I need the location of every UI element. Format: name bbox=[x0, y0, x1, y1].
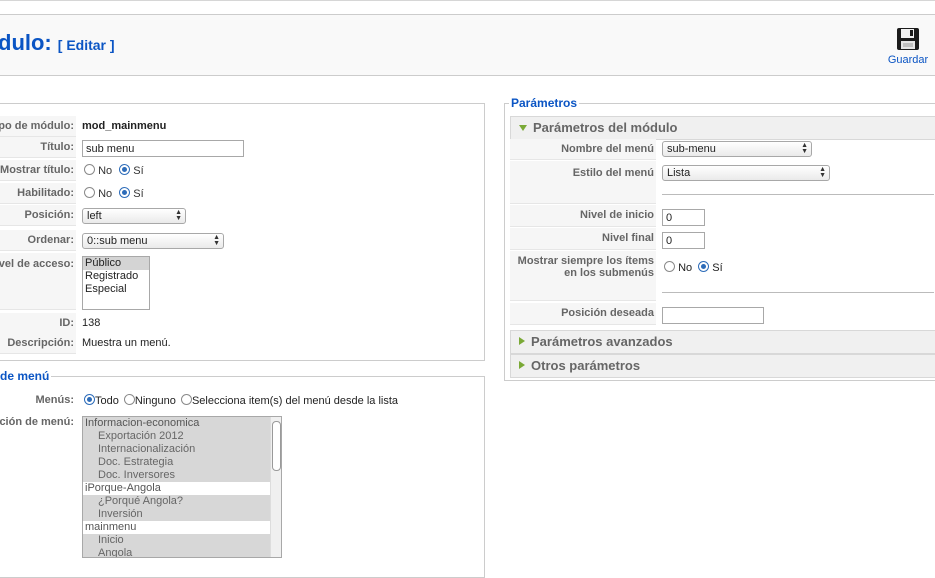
always-show-yes-radio[interactable] bbox=[698, 261, 710, 272]
show-title-no-label: No bbox=[98, 165, 113, 177]
always-show-no-radio[interactable] bbox=[664, 261, 675, 272]
enabled-no-label: No bbox=[98, 188, 113, 200]
access-level-list[interactable]: Público Registrado Especial bbox=[82, 256, 150, 310]
show-title-yes-label: Sí bbox=[133, 165, 144, 177]
description-value: Muestra un menú. bbox=[82, 337, 171, 349]
description-label: Descripción: bbox=[7, 337, 74, 349]
top-border bbox=[0, 0, 935, 1]
menus-select-label: Selecciona item(s) del menú desde la lis… bbox=[191, 395, 399, 407]
always-show-yes-label: Sí bbox=[712, 262, 723, 274]
advanced-params-header[interactable]: Parámetros avanzados bbox=[510, 330, 935, 354]
access-option[interactable]: Registrado bbox=[83, 270, 149, 283]
collapsed-arrow-icon bbox=[519, 337, 525, 345]
edit-label: [ Editar ] bbox=[57, 37, 115, 53]
menu-style-label: Estilo del menú bbox=[510, 161, 656, 204]
select-arrows-icon: ▲ ▼ bbox=[819, 166, 826, 179]
position-select-value: left bbox=[87, 210, 102, 222]
menus-select-radio[interactable] bbox=[180, 394, 192, 405]
desired-position-input[interactable] bbox=[662, 307, 764, 324]
show-title-no-radio[interactable] bbox=[84, 164, 95, 175]
separator bbox=[662, 292, 934, 293]
access-level-label: vel de acceso: bbox=[0, 258, 74, 270]
position-select[interactable]: left ▲ ▼ bbox=[82, 208, 186, 224]
end-level-input[interactable] bbox=[662, 232, 705, 249]
collapsed-arrow-icon bbox=[519, 361, 525, 369]
menus-none-radio[interactable] bbox=[123, 394, 135, 405]
order-label: Ordenar: bbox=[27, 234, 74, 246]
module-type-value: mod_mainmenu bbox=[82, 120, 167, 132]
start-level-input[interactable] bbox=[662, 209, 705, 226]
menu-name-label: Nombre del menú bbox=[510, 139, 656, 160]
select-arrows-icon: ▲ ▼ bbox=[801, 142, 808, 155]
id-value: 138 bbox=[82, 317, 101, 329]
list-item[interactable]: Exportación 2012 bbox=[83, 430, 281, 443]
module-params-header[interactable]: Parámetros del módulo bbox=[510, 116, 935, 140]
end-level-label: Nivel final bbox=[510, 228, 656, 250]
title-label: Título: bbox=[40, 141, 74, 153]
always-show-no-label: No bbox=[678, 262, 693, 274]
list-item[interactable]: iPorque-Angola bbox=[83, 482, 281, 495]
desired-position-label: Posición deseada bbox=[510, 303, 656, 325]
always-show-label: Mostrar siempre los ítems en los submenú… bbox=[510, 251, 656, 301]
other-params-title: Otros parámetros bbox=[531, 358, 641, 373]
id-label: ID: bbox=[59, 317, 74, 329]
enabled-yes-radio[interactable] bbox=[119, 187, 131, 198]
always-show-radios: No Sí bbox=[664, 261, 723, 274]
page-title-text: dulo: bbox=[0, 30, 52, 55]
select-arrows-icon: ▲ ▼ bbox=[213, 234, 220, 247]
list-item[interactable]: Doc. Estrategia bbox=[83, 456, 281, 469]
menu-item-list[interactable]: Informacion-economica Exportación 2012 I… bbox=[82, 416, 282, 558]
other-params-header[interactable]: Otros parámetros bbox=[510, 354, 935, 378]
floppy-disk-icon bbox=[897, 28, 919, 50]
advanced-params-title: Parámetros avanzados bbox=[531, 334, 673, 349]
save-button[interactable]: Guardar bbox=[884, 26, 932, 70]
list-item[interactable]: mainmenu bbox=[83, 521, 281, 534]
module-type-label: po de módulo: bbox=[0, 120, 74, 132]
show-title-yes-radio[interactable] bbox=[119, 164, 131, 175]
menus-all-radio[interactable] bbox=[84, 394, 95, 405]
params-legend: Parámetros bbox=[509, 96, 580, 110]
show-title-label: Mostrar título: bbox=[0, 164, 74, 176]
module-params-title: Parámetros del módulo bbox=[533, 120, 678, 135]
list-item[interactable]: ¿Porqué Angola? bbox=[83, 495, 281, 508]
list-item[interactable]: Internacionalización bbox=[83, 443, 281, 456]
expanded-arrow-icon bbox=[519, 125, 527, 131]
always-show-label-line1: Mostrar siempre los ítems bbox=[517, 255, 654, 267]
always-show-label-line2: en los submenús bbox=[564, 267, 654, 279]
menu-name-select[interactable]: sub-menu ▲ ▼ bbox=[662, 141, 812, 157]
select-arrows-icon: ▲ ▼ bbox=[175, 209, 182, 222]
order-select-value: 0::sub menu bbox=[87, 235, 148, 247]
menu-name-value: sub-menu bbox=[667, 143, 716, 155]
menu-style-select[interactable]: Lista ▲ ▼ bbox=[662, 165, 830, 181]
enabled-label: Habilitado: bbox=[17, 187, 74, 199]
access-option[interactable]: Especial bbox=[83, 283, 149, 296]
show-title-radios: No Sí bbox=[84, 164, 144, 177]
title-input[interactable] bbox=[82, 140, 244, 157]
save-label: Guardar bbox=[887, 54, 929, 66]
list-item[interactable]: Informacion-economica bbox=[83, 417, 281, 430]
list-item[interactable]: Doc. Inversores bbox=[83, 469, 281, 482]
access-option[interactable]: Público bbox=[83, 257, 149, 270]
page-title: dulo: [ Editar ] bbox=[0, 30, 115, 56]
position-label: Posición: bbox=[24, 209, 74, 221]
menus-none-label: Ninguno bbox=[134, 395, 176, 407]
menu-selection-label: ción de menú: bbox=[0, 416, 74, 428]
menu-style-value: Lista bbox=[667, 167, 691, 179]
menus-radios: Todo Ninguno Selecciona item(s) del menú… bbox=[84, 394, 398, 407]
toolbar bbox=[0, 15, 935, 76]
list-item[interactable]: Inicio bbox=[83, 534, 281, 547]
enabled-no-radio[interactable] bbox=[84, 187, 95, 198]
menus-all-label: Todo bbox=[95, 395, 119, 407]
list-item[interactable]: Inversión bbox=[83, 508, 281, 521]
enabled-yes-label: Sí bbox=[133, 188, 144, 200]
start-level-label: Nivel de inicio bbox=[510, 205, 656, 227]
menu-assignment-legend: de menú bbox=[0, 369, 52, 383]
order-select[interactable]: 0::sub menu ▲ ▼ bbox=[82, 233, 224, 249]
list-scrollbar[interactable] bbox=[270, 417, 281, 557]
enabled-radios: No Sí bbox=[84, 187, 144, 200]
menus-label: Menús: bbox=[35, 394, 75, 406]
separator bbox=[662, 194, 934, 195]
scrollbar-thumb[interactable] bbox=[272, 421, 281, 471]
